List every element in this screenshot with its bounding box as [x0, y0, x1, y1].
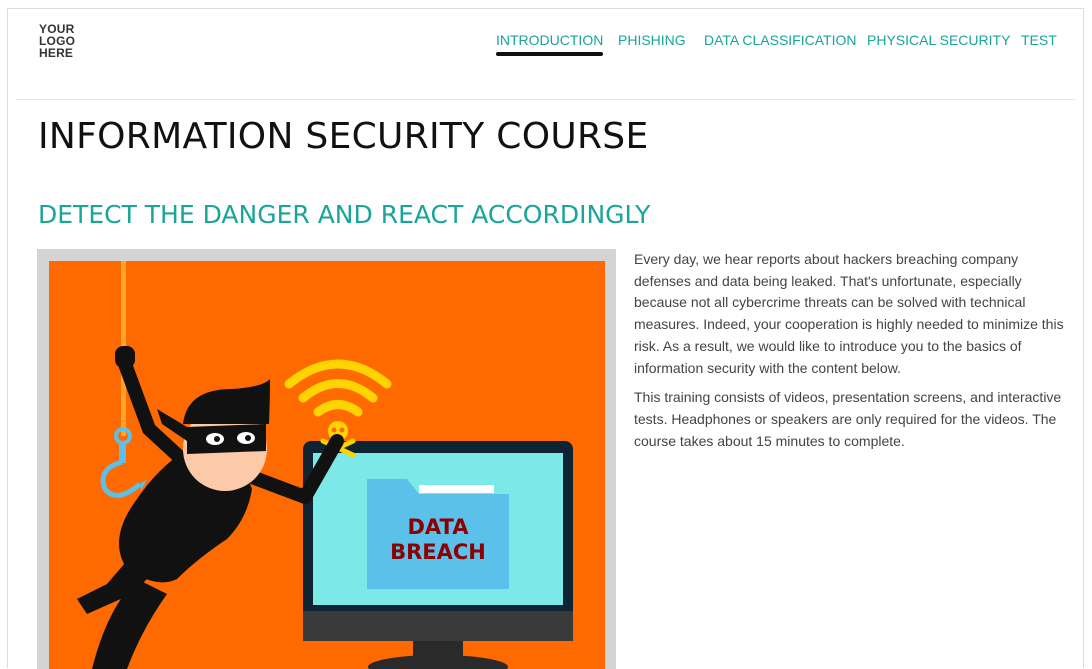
nav-physical-security[interactable]: PHYSICAL SECURITY	[867, 32, 1010, 48]
breach-label-line2: BREACH	[390, 540, 486, 564]
hero-illustration: DATA BREACH	[37, 249, 616, 669]
page-title: INFORMATION SECURITY COURSE	[38, 116, 649, 157]
intro-text: Every day, we hear reports about hackers…	[634, 249, 1069, 460]
section-title: DETECT THE DANGER AND REACT ACCORDINGLY	[38, 200, 651, 229]
breach-label-line1: DATA	[407, 515, 469, 539]
nav-introduction[interactable]: INTRODUCTION	[496, 32, 604, 56]
intro-paragraph-2: This training consists of videos, presen…	[634, 389, 1062, 449]
main-nav: INTRODUCTION PHISHING DATA CLASSIFICATIO…	[0, 32, 1092, 62]
nav-phishing[interactable]: PHISHING	[618, 32, 686, 48]
hero-svg: DATA BREACH	[49, 261, 605, 669]
nav-data-classification[interactable]: DATA CLASSIFICATION	[704, 32, 856, 48]
intro-paragraph-1: Every day, we hear reports about hackers…	[634, 251, 1064, 376]
header-divider	[16, 99, 1076, 100]
nav-test[interactable]: TEST	[1021, 32, 1057, 48]
